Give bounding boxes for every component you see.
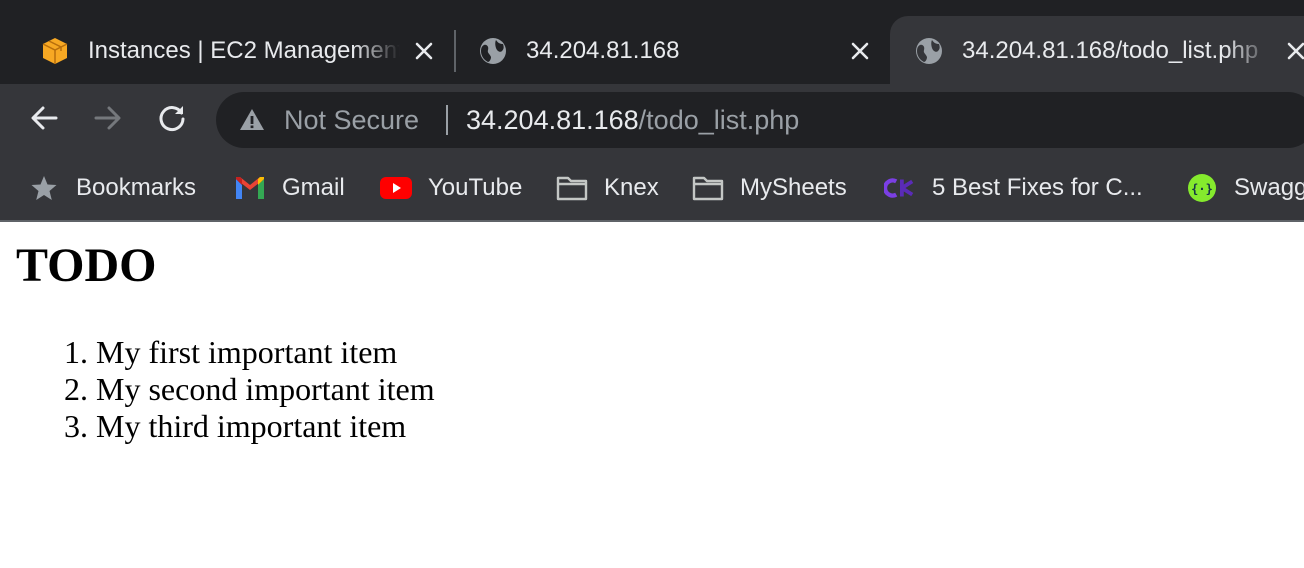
- bookmark-folder-knex[interactable]: Knex: [556, 170, 659, 206]
- security-status-label[interactable]: Not Secure: [284, 105, 419, 135]
- back-button[interactable]: [26, 102, 62, 138]
- svg-text:{·}: {·}: [1191, 182, 1213, 196]
- star-icon: [28, 172, 60, 204]
- bookmark-5-best-fixes[interactable]: 5 Best Fixes for C...: [884, 170, 1143, 206]
- bookmark-label: Swagg: [1234, 174, 1304, 201]
- gmail-icon: [234, 172, 266, 204]
- url-host: 34.204.81.168: [466, 105, 639, 135]
- bookmark-bookmarks[interactable]: Bookmarks: [28, 170, 196, 206]
- omnibox-divider: [446, 105, 448, 135]
- item-number: 3.: [64, 408, 88, 444]
- browser-toolbar: Not Secure 34.204.81.168/todo_list.php: [0, 84, 1304, 156]
- warning-triangle-icon[interactable]: [238, 106, 266, 134]
- arrow-right-icon: [93, 103, 123, 138]
- swagger-icon: {·}: [1186, 172, 1218, 204]
- arrow-left-icon: [29, 103, 59, 138]
- bookmark-swagger[interactable]: {·} Swagg: [1186, 170, 1304, 206]
- tab-title: 34.204.81.168: [526, 37, 680, 64]
- ct-icon: [884, 172, 916, 204]
- bookmark-label: Gmail: [282, 174, 345, 201]
- tab-ip-address[interactable]: 34.204.81.168: [456, 16, 888, 84]
- url-text[interactable]: 34.204.81.168/todo_list.php: [466, 105, 799, 135]
- tab-ec2-instances[interactable]: Instances | EC2 Management Console: [0, 16, 454, 84]
- bookmark-label: Bookmarks: [76, 174, 197, 201]
- bookmark-label: 5 Best Fixes for C...: [932, 174, 1143, 201]
- close-icon[interactable]: [409, 36, 439, 66]
- page-title: TODO: [16, 239, 157, 292]
- bookmark-label: MySheets: [740, 174, 847, 201]
- close-icon[interactable]: [845, 36, 875, 66]
- page-content: TODO 1. My first important item 2. My se…: [0, 222, 1304, 568]
- globe-icon: [478, 36, 508, 66]
- tab-title: Instances | EC2 Management Console: [88, 37, 400, 64]
- forward-button[interactable]: [90, 102, 126, 138]
- item-number: 1.: [64, 334, 88, 370]
- bookmark-folder-mysheets[interactable]: MySheets: [692, 170, 847, 206]
- globe-icon: [914, 36, 944, 66]
- reload-button[interactable]: [154, 102, 190, 138]
- tab-todo-list-active[interactable]: 34.204.81.168/todo_list.php: [890, 16, 1304, 84]
- tab-title: 34.204.81.168/todo_list.php: [962, 37, 1259, 64]
- tab-strip: Instances | EC2 Management Console 34.20…: [0, 0, 1304, 84]
- bookmark-youtube[interactable]: YouTube: [380, 170, 522, 206]
- item-number: 2.: [64, 371, 88, 407]
- folder-icon: [692, 172, 724, 204]
- bookmark-gmail[interactable]: Gmail: [234, 170, 345, 206]
- item-text: My first important item: [96, 334, 398, 370]
- item-text: My second important item: [96, 371, 435, 407]
- aws-box-icon: [40, 36, 70, 66]
- bookmarks-bar: Bookmarks Gmail YouTube Knex MySheets 5 …: [0, 156, 1304, 220]
- item-text: My third important item: [96, 408, 407, 444]
- url-path: /todo_list.php: [638, 105, 800, 135]
- close-icon[interactable]: [1281, 36, 1304, 66]
- bookmark-label: YouTube: [428, 174, 523, 201]
- reload-icon: [157, 103, 187, 138]
- address-bar[interactable]: Not Secure 34.204.81.168/todo_list.php: [216, 92, 1304, 148]
- folder-icon: [556, 172, 588, 204]
- youtube-icon: [380, 172, 412, 204]
- bookmark-label: Knex: [604, 174, 659, 201]
